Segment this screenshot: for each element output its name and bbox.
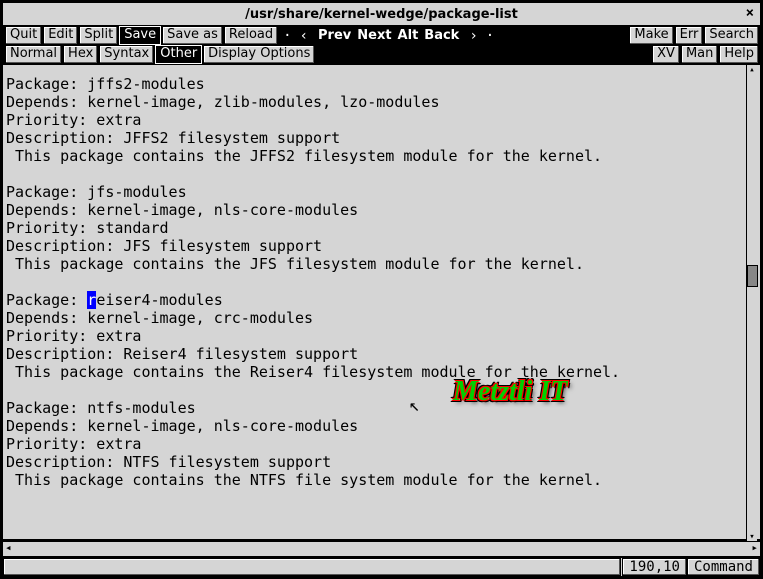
text-before-cursor: Package: jffs2-modules Depends: kernel-i…: [6, 75, 602, 309]
vertical-scrollbar[interactable]: ▴ ▾: [746, 65, 757, 542]
search-button[interactable]: Search: [704, 26, 759, 45]
nav-back-button[interactable]: Back: [424, 28, 459, 43]
hex-mode-button[interactable]: Hex: [63, 45, 98, 64]
text-cursor: r: [87, 291, 96, 309]
xv-button[interactable]: XV: [652, 45, 680, 64]
scroll-left-icon[interactable]: ◂: [5, 542, 12, 554]
editor-content[interactable]: Package: jffs2-modules Depends: kernel-i…: [3, 64, 760, 541]
normal-mode-button[interactable]: Normal: [5, 45, 62, 64]
nav-prev-button[interactable]: Prev: [318, 28, 351, 43]
nav-alt-button[interactable]: Alt: [398, 28, 419, 43]
statusbar: 190,10 Command: [3, 558, 760, 576]
nav-last-icon[interactable]: ·: [482, 28, 498, 44]
window-title: /usr/share/kernel-wedge/package-list: [245, 7, 518, 22]
cursor-position: 190,10: [622, 558, 687, 576]
make-button[interactable]: Make: [629, 26, 673, 45]
mouse-pointer-icon: ↖: [409, 397, 420, 415]
status-message: [3, 558, 621, 576]
help-button[interactable]: Help: [719, 45, 759, 64]
save-as-button[interactable]: Save as: [162, 26, 223, 45]
edit-button[interactable]: Edit: [43, 26, 78, 45]
titlebar: /usr/share/kernel-wedge/package-list ×: [3, 3, 760, 26]
other-mode-button[interactable]: Other: [155, 45, 202, 64]
close-icon[interactable]: ×: [746, 5, 754, 21]
split-button[interactable]: Split: [79, 26, 118, 45]
scroll-right-icon[interactable]: ▸: [751, 542, 758, 554]
text-after-cursor: eiser4-modules Depends: kernel-image, cr…: [6, 291, 620, 489]
nav-first-icon[interactable]: ·: [279, 28, 295, 44]
syntax-mode-button[interactable]: Syntax: [99, 45, 154, 64]
reload-button[interactable]: Reload: [224, 26, 278, 45]
save-button[interactable]: Save: [119, 26, 161, 45]
nav-group: Prev Next Alt Back: [312, 28, 465, 43]
err-button[interactable]: Err: [675, 26, 704, 45]
toolbar-row-1: Quit Edit Split Save Save as Reload · ‹ …: [3, 26, 760, 45]
vscroll-thumb[interactable]: [747, 265, 758, 287]
nav-next-button[interactable]: Next: [357, 28, 391, 43]
quit-button[interactable]: Quit: [5, 26, 42, 45]
editor-mode: Command: [687, 558, 760, 576]
horizontal-scrollbar[interactable]: ◂ ▸: [3, 541, 760, 558]
watermark-logo: Metztli IT: [453, 383, 567, 401]
editor-window: /usr/share/kernel-wedge/package-list × Q…: [0, 0, 763, 579]
nav-fw-icon[interactable]: ›: [465, 28, 481, 44]
nav-rw-icon[interactable]: ‹: [296, 28, 312, 44]
man-button[interactable]: Man: [681, 45, 718, 64]
toolbar-row-2: Normal Hex Syntax Other Display Options …: [3, 45, 760, 64]
display-options-button[interactable]: Display Options: [203, 45, 315, 64]
scroll-up-icon[interactable]: ▴: [747, 65, 757, 75]
